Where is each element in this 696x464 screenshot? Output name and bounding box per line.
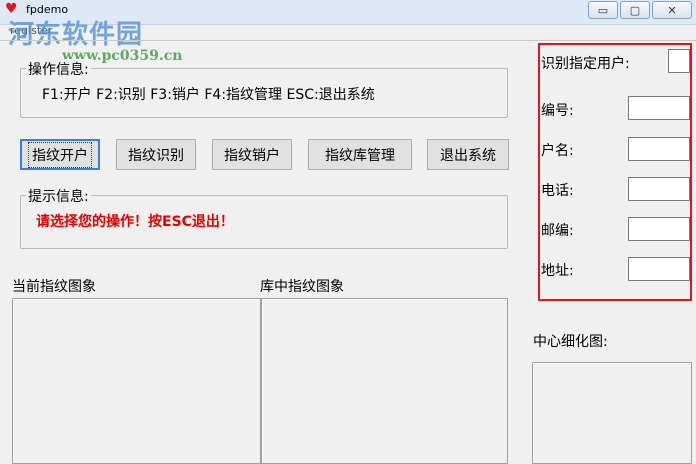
close-icon: ✕: [667, 3, 677, 17]
center-thinning-label: 中心细化图:: [533, 334, 608, 350]
tip-info-legend: 提示信息:: [26, 186, 91, 206]
enroll-fingerprint-button[interactable]: 指纹开户: [20, 139, 100, 170]
phone-label: 电话:: [541, 183, 574, 199]
tip-message: 请选择您的操作！按ESC退出！: [36, 214, 234, 230]
manage-fingerprint-db-button[interactable]: 指纹库管理: [308, 139, 412, 170]
identify-user-input[interactable]: [668, 49, 690, 73]
db-fingerprint-image: [261, 298, 508, 464]
current-fingerprint-label: 当前指纹图象: [12, 279, 96, 295]
delete-fingerprint-button[interactable]: 指纹销户: [212, 139, 292, 170]
zip-input[interactable]: [628, 217, 690, 241]
user-name-input[interactable]: [628, 137, 690, 161]
user-id-input[interactable]: [628, 96, 690, 120]
address-label: 地址:: [541, 263, 574, 279]
maximize-icon: ▢: [629, 3, 641, 17]
operation-info-legend: 操作信息:: [26, 59, 91, 79]
phone-input[interactable]: [628, 177, 690, 201]
menu-divider: [0, 40, 696, 41]
user-id-label: 编号:: [541, 103, 574, 119]
center-thinning-image: [532, 362, 692, 464]
current-fingerprint-image: [12, 298, 261, 464]
enroll-fingerprint-label: 指纹开户: [28, 141, 92, 168]
exit-system-button[interactable]: 退出系统: [427, 139, 509, 170]
close-button[interactable]: ✕: [652, 1, 692, 19]
user-name-label: 户名:: [541, 143, 574, 159]
zip-label: 邮编:: [541, 223, 574, 239]
minimize-button[interactable]: ▭: [588, 1, 618, 19]
maximize-button[interactable]: ▢: [620, 1, 650, 19]
address-input[interactable]: [628, 257, 690, 281]
identify-user-label: 识别指定用户:: [541, 56, 630, 72]
watermark-logo: 河东软件园: [8, 20, 144, 50]
window-controls: ▭ ▢ ✕: [588, 1, 692, 19]
minimize-icon: ▭: [597, 3, 609, 17]
db-fingerprint-label: 库中指纹图象: [260, 279, 344, 295]
identify-fingerprint-button[interactable]: 指纹识别: [116, 139, 196, 170]
operation-hotkeys-text: F1:开户 F2:识别 F3:销户 F4:指纹管理 ESC:退出系统: [42, 87, 375, 103]
